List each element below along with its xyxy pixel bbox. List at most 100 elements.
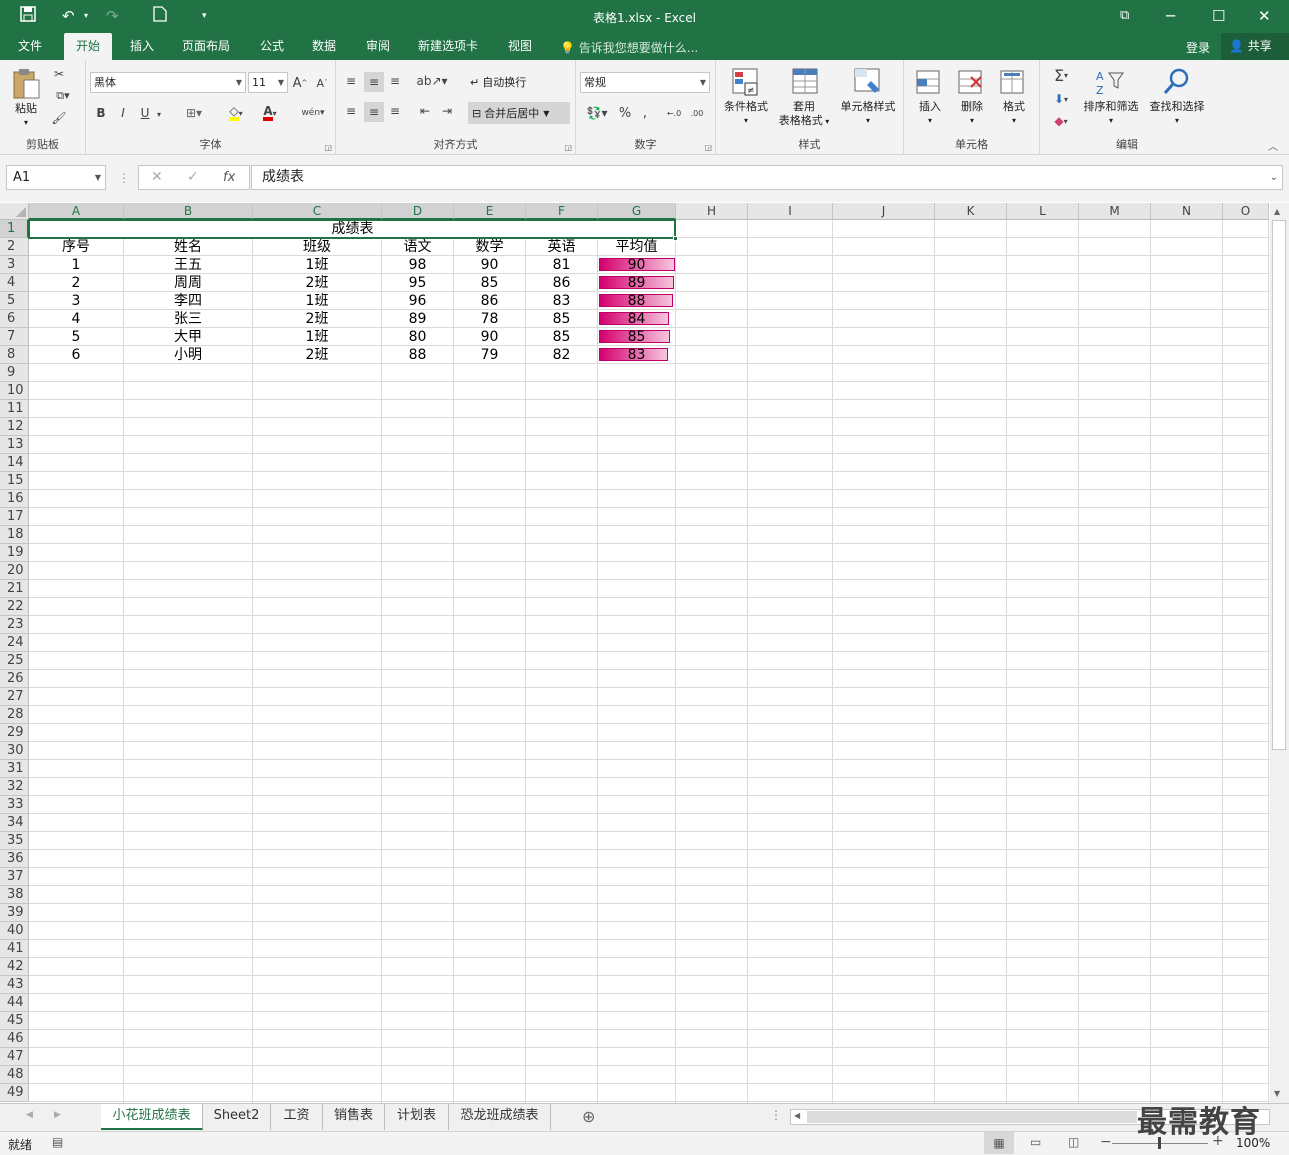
column-header[interactable]: G: [598, 203, 676, 220]
percent-icon[interactable]: %: [618, 104, 632, 122]
column-header[interactable]: N: [1151, 203, 1223, 220]
column-header[interactable]: M: [1079, 203, 1151, 220]
table-cell[interactable]: 1班: [253, 292, 381, 310]
increase-indent-icon[interactable]: ⇥: [438, 102, 456, 120]
column-title-cell[interactable]: 平均值: [598, 238, 675, 256]
tell-me-box[interactable]: 💡 告诉我您想要做什么...: [560, 39, 698, 56]
prev-sheet-icon[interactable]: ◀: [26, 1110, 33, 1120]
row-header[interactable]: 18: [0, 526, 29, 544]
format-painter-icon[interactable]: 🖌: [50, 110, 68, 126]
row-header[interactable]: 23: [0, 616, 29, 634]
close-icon[interactable]: ✕: [1258, 6, 1271, 26]
row-header[interactable]: 30: [0, 742, 29, 760]
vertical-scroll-thumb[interactable]: [1272, 220, 1286, 750]
tab-new[interactable]: 新建选项卡: [406, 33, 490, 60]
row-header[interactable]: 38: [0, 886, 29, 904]
row-header[interactable]: 42: [0, 958, 29, 976]
row-header[interactable]: 41: [0, 940, 29, 958]
row-header[interactable]: 24: [0, 634, 29, 652]
table-cell[interactable]: 周周: [124, 274, 252, 292]
table-cell[interactable]: 2班: [253, 346, 381, 364]
chevron-down-icon[interactable]: ▾: [950, 114, 994, 128]
column-header[interactable]: D: [382, 203, 454, 220]
cancel-icon[interactable]: ✕: [151, 169, 163, 185]
tab-home[interactable]: 开始: [64, 33, 113, 60]
page-break-view-icon[interactable]: ◫: [1068, 1135, 1079, 1149]
maximize-icon[interactable]: ☐: [1212, 6, 1225, 26]
split-handle-icon[interactable]: ⋮: [770, 1108, 782, 1122]
row-header[interactable]: 17: [0, 508, 29, 526]
clear-icon[interactable]: ◆ ▾: [1046, 112, 1076, 130]
table-cell[interactable]: 88: [382, 346, 453, 364]
table-cell[interactable]: 86: [454, 292, 525, 310]
table-cell[interactable]: 张三: [124, 310, 252, 328]
row-header[interactable]: 3: [0, 256, 29, 274]
macro-record-icon[interactable]: ▤: [52, 1135, 63, 1149]
increase-font-icon[interactable]: A ^: [292, 74, 308, 92]
row-header[interactable]: 32: [0, 778, 29, 796]
paste-button[interactable]: 粘贴: [8, 102, 44, 116]
underline-dropdown-icon[interactable]: ▾: [154, 106, 164, 122]
scroll-down-icon[interactable]: ▼: [1274, 1089, 1280, 1098]
column-header[interactable]: B: [124, 203, 253, 220]
table-cell[interactable]: 2: [29, 274, 123, 292]
decrease-decimal-icon[interactable]: .00: [686, 104, 708, 122]
delete-cells-button[interactable]: 删除: [950, 100, 994, 114]
chevron-down-icon[interactable]: ▾: [1144, 114, 1210, 128]
average-cell[interactable]: 89: [598, 274, 675, 292]
row-header[interactable]: 43: [0, 976, 29, 994]
table-cell[interactable]: 98: [382, 256, 453, 274]
dialog-launcher-icon[interactable]: ◲: [704, 143, 712, 152]
table-cell[interactable]: 2班: [253, 274, 381, 292]
insert-cells-icon[interactable]: [914, 66, 944, 98]
row-header[interactable]: 19: [0, 544, 29, 562]
column-header[interactable]: C: [253, 203, 382, 220]
table-cell[interactable]: 81: [526, 256, 597, 274]
table-cell[interactable]: 96: [382, 292, 453, 310]
number-format-combo[interactable]: 常规 ▼: [580, 72, 710, 93]
row-header[interactable]: 48: [0, 1066, 29, 1084]
increase-decimal-icon[interactable]: ←.0: [664, 104, 684, 122]
chevron-down-icon[interactable]: ▾: [992, 114, 1036, 128]
conditional-format-icon[interactable]: ≠: [730, 66, 762, 98]
row-header[interactable]: 6: [0, 310, 29, 328]
row-header[interactable]: 39: [0, 904, 29, 922]
row-header[interactable]: 7: [0, 328, 29, 346]
tab-file[interactable]: 文件: [6, 33, 54, 60]
comma-style-icon[interactable]: ,: [638, 104, 652, 122]
row-header[interactable]: 28: [0, 706, 29, 724]
column-header[interactable]: F: [526, 203, 598, 220]
row-header[interactable]: 22: [0, 598, 29, 616]
sheet-tab[interactable]: 计划表: [385, 1104, 449, 1130]
column-title-cell[interactable]: 序号: [29, 238, 123, 256]
name-box[interactable]: A1 ▼: [6, 165, 106, 190]
table-cell[interactable]: 90: [454, 256, 525, 274]
row-header[interactable]: 26: [0, 670, 29, 688]
scroll-left-icon[interactable]: ◀: [794, 1111, 800, 1120]
chevron-down-icon[interactable]: ▾: [834, 114, 902, 128]
row-header[interactable]: 11: [0, 400, 29, 418]
collapse-ribbon-icon[interactable]: ︿: [1268, 138, 1278, 153]
row-header[interactable]: 13: [0, 436, 29, 454]
phonetic-icon[interactable]: wén▾: [298, 104, 328, 122]
align-center-icon[interactable]: ≡: [364, 102, 384, 122]
column-title-cell[interactable]: 姓名: [124, 238, 252, 256]
align-left-icon[interactable]: ≡: [342, 102, 360, 120]
row-header[interactable]: 1: [0, 220, 29, 238]
column-header[interactable]: O: [1223, 203, 1269, 220]
row-header[interactable]: 27: [0, 688, 29, 706]
table-cell[interactable]: 89: [382, 310, 453, 328]
dialog-launcher-icon[interactable]: ◲: [324, 143, 332, 152]
row-header[interactable]: 10: [0, 382, 29, 400]
row-header[interactable]: 4: [0, 274, 29, 292]
sort-filter-icon[interactable]: AZ: [1094, 66, 1126, 98]
table-cell[interactable]: 5: [29, 328, 123, 346]
average-cell[interactable]: 84: [598, 310, 675, 328]
tab-page-layout[interactable]: 页面布局: [170, 33, 242, 60]
underline-button[interactable]: U: [138, 104, 152, 122]
format-cells-button[interactable]: 格式: [992, 100, 1036, 114]
table-cell[interactable]: 86: [526, 274, 597, 292]
cut-icon[interactable]: ✂: [50, 66, 68, 82]
formula-input[interactable]: 成绩表 ⌄: [251, 165, 1283, 190]
wrap-text-button[interactable]: ↵ 自动换行: [470, 72, 550, 92]
